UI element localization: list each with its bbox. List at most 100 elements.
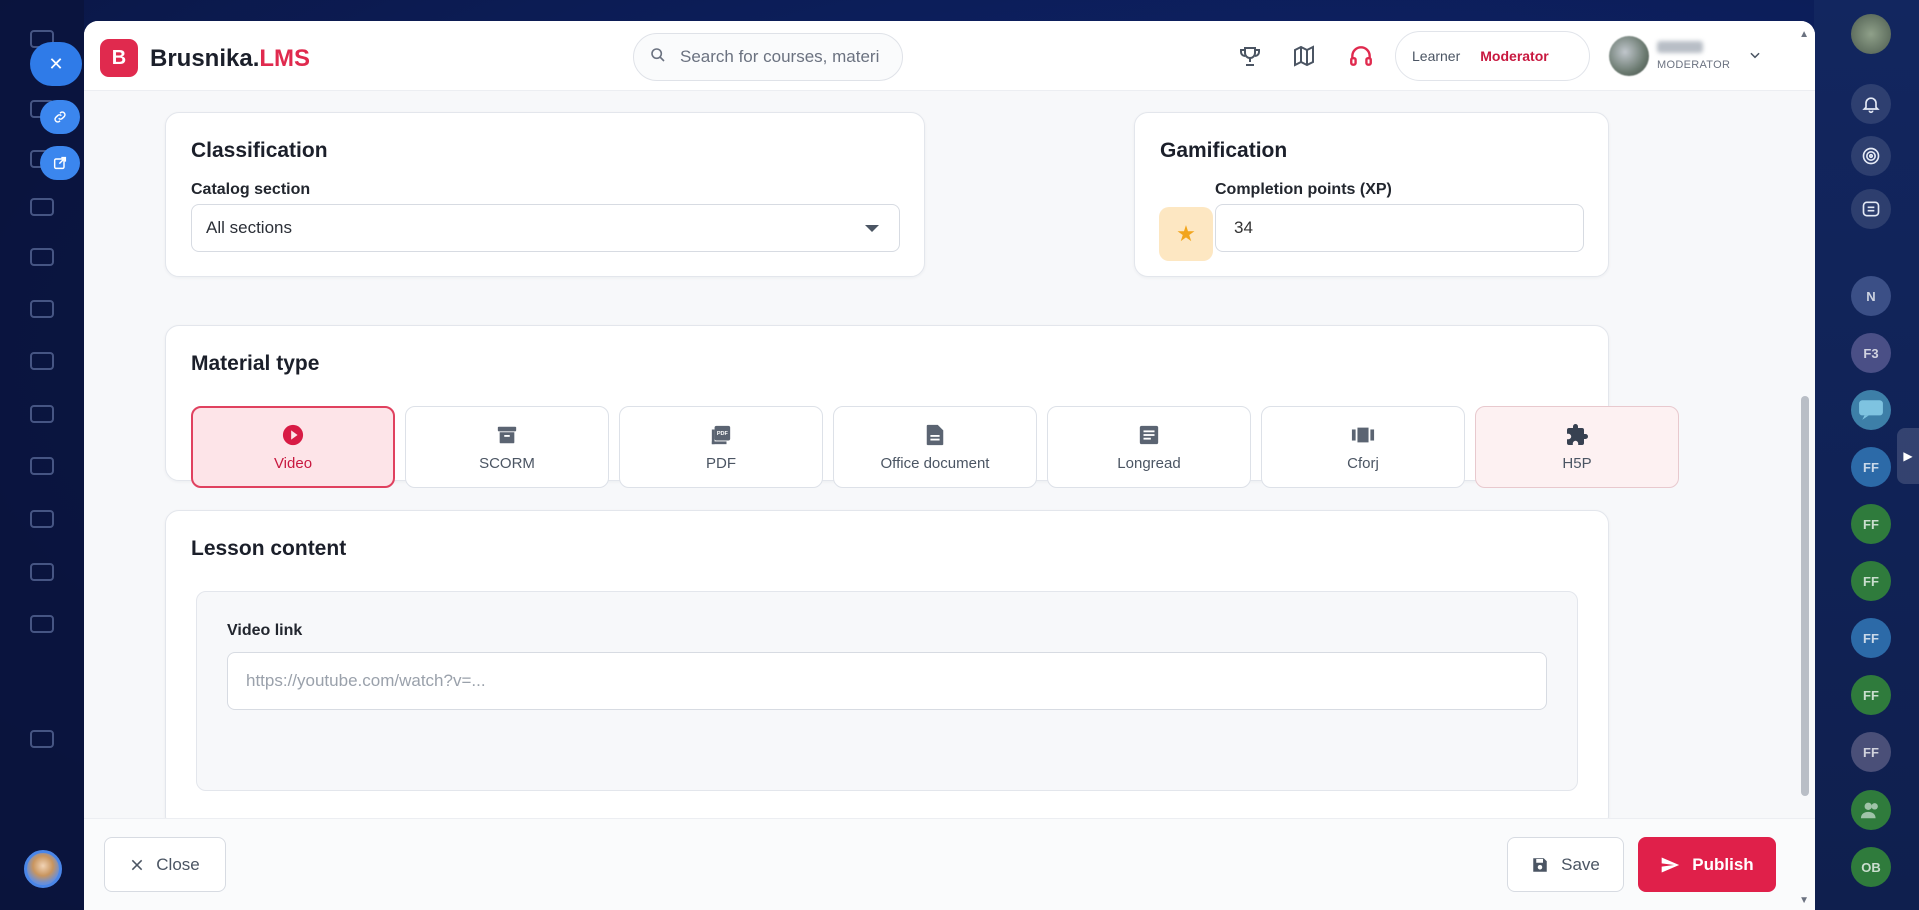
type-label: PDF bbox=[706, 454, 736, 472]
contact-avatar[interactable]: FF bbox=[1851, 561, 1891, 601]
type-scorm-button[interactable]: SCORM bbox=[405, 406, 609, 488]
star-icon: ★ bbox=[1159, 207, 1213, 261]
video-link-field[interactable] bbox=[227, 652, 1547, 710]
left-sidebar bbox=[0, 0, 84, 910]
send-icon bbox=[1661, 857, 1680, 872]
slides-icon bbox=[1351, 423, 1375, 447]
publish-button[interactable]: Publish bbox=[1638, 837, 1776, 892]
map-icon[interactable] bbox=[1289, 41, 1319, 71]
catalog-section-select[interactable]: All sections bbox=[191, 204, 900, 252]
sync-chat-icon[interactable] bbox=[1851, 189, 1891, 229]
type-h5p-button[interactable]: H5P bbox=[1475, 406, 1679, 488]
material-editor-modal: B Brusnika.LMS Learner Moderator MO bbox=[84, 21, 1815, 910]
target-icon[interactable] bbox=[1851, 136, 1891, 176]
group-avatar[interactable] bbox=[1851, 790, 1891, 830]
close-icon: ✕ bbox=[48, 53, 64, 74]
gamification-card: Gamification Completion points (XP) ★ bbox=[1134, 112, 1609, 277]
close-button[interactable]: Close bbox=[104, 837, 226, 892]
role-switcher: Learner Moderator bbox=[1395, 31, 1590, 81]
save-label: Save bbox=[1561, 854, 1600, 874]
pdf-icon: PDF bbox=[709, 423, 733, 447]
content-area: Classification Catalog section All secti… bbox=[84, 91, 1815, 910]
catalog-section-value: All sections bbox=[206, 218, 292, 237]
lesson-content-card: Lesson content Video link bbox=[165, 510, 1609, 830]
video-link-input[interactable] bbox=[246, 671, 1546, 691]
external-link-icon bbox=[53, 156, 67, 170]
chat-bubble-icon bbox=[1859, 400, 1883, 420]
xp-label: Completion points (XP) bbox=[1215, 181, 1392, 198]
type-cforj-button[interactable]: Cforj bbox=[1261, 406, 1465, 488]
user-avatar[interactable] bbox=[24, 850, 62, 888]
svg-text:PDF: PDF bbox=[717, 431, 729, 437]
profile-menu[interactable]: MODERATOR bbox=[1609, 33, 1762, 79]
classification-card: Classification Catalog section All secti… bbox=[165, 112, 925, 277]
avatar bbox=[1609, 36, 1649, 76]
publish-label: Publish bbox=[1692, 854, 1754, 874]
role-moderator-tab[interactable]: Moderator bbox=[1470, 40, 1558, 72]
card-icon bbox=[30, 198, 54, 216]
users-icon bbox=[1860, 802, 1878, 819]
logo-badge[interactable]: B bbox=[100, 39, 138, 77]
chevron-down-icon bbox=[1748, 48, 1762, 65]
menu-item-icon bbox=[30, 615, 54, 633]
link-fab-button[interactable] bbox=[40, 100, 80, 134]
type-label: Video bbox=[273, 454, 313, 472]
contact-avatar[interactable]: FF bbox=[1851, 618, 1891, 658]
play-circle-icon bbox=[281, 423, 305, 447]
scrollbar-thumb[interactable] bbox=[1801, 396, 1809, 796]
type-office-document-button[interactable]: Office document bbox=[833, 406, 1037, 488]
filter-icon bbox=[30, 300, 54, 318]
menu-item-icon bbox=[30, 405, 54, 423]
material-type-card: Material type Video SCORM PDF PDF Office… bbox=[165, 325, 1679, 488]
type-label: Cforj bbox=[1347, 454, 1379, 472]
profile-name-redacted bbox=[1657, 41, 1703, 53]
search-bar[interactable] bbox=[633, 33, 903, 81]
rail-toggle-button[interactable]: ▶ bbox=[1897, 428, 1919, 484]
headset-icon[interactable] bbox=[1346, 41, 1376, 71]
id-card-icon bbox=[30, 352, 54, 370]
save-icon bbox=[1533, 857, 1547, 872]
caret-down-icon bbox=[865, 225, 879, 232]
profile-avatar[interactable] bbox=[1851, 14, 1891, 54]
contact-avatar[interactable]: FF bbox=[1851, 447, 1891, 487]
catalog-section-label: Catalog section bbox=[191, 181, 311, 198]
menu-item-icon bbox=[30, 510, 54, 528]
open-external-fab-button[interactable] bbox=[40, 146, 80, 180]
contact-avatar[interactable]: F3 bbox=[1851, 333, 1891, 373]
contact-avatar[interactable]: N bbox=[1851, 276, 1891, 316]
type-pdf-button[interactable]: PDF PDF bbox=[619, 406, 823, 488]
article-icon bbox=[1137, 423, 1161, 447]
menu-item-icon bbox=[30, 457, 54, 475]
type-label: Office document bbox=[880, 454, 990, 472]
search-icon bbox=[650, 47, 666, 68]
xp-field[interactable] bbox=[1215, 204, 1584, 252]
video-link-label: Video link bbox=[227, 622, 303, 639]
close-fab-button[interactable]: ✕ bbox=[30, 42, 82, 86]
type-label: Longread bbox=[1117, 454, 1181, 472]
archive-box-icon bbox=[495, 423, 519, 447]
chat-avatar[interactable] bbox=[1851, 390, 1891, 430]
trophy-icon[interactable] bbox=[1235, 41, 1265, 71]
contact-avatar[interactable]: FF bbox=[1851, 732, 1891, 772]
type-label: H5P bbox=[1562, 454, 1592, 472]
contact-avatar[interactable]: OB bbox=[1851, 847, 1891, 887]
contact-avatar[interactable]: FF bbox=[1851, 675, 1891, 715]
type-label: SCORM bbox=[479, 454, 535, 472]
calendar-icon bbox=[30, 248, 54, 266]
search-input[interactable] bbox=[680, 47, 880, 67]
profile-role: MODERATOR bbox=[1657, 59, 1731, 71]
scroll-down-arrow[interactable]: ▼ bbox=[1799, 895, 1809, 906]
settings-icon bbox=[30, 730, 54, 748]
app-logo[interactable]: Brusnika.LMS bbox=[150, 45, 310, 73]
xp-input[interactable] bbox=[1234, 218, 1583, 238]
type-longread-button[interactable]: Longread bbox=[1047, 406, 1251, 488]
document-icon bbox=[923, 423, 947, 447]
section-title: Classification bbox=[191, 139, 328, 162]
contact-avatar[interactable]: FF bbox=[1851, 504, 1891, 544]
role-learner-tab[interactable]: Learner bbox=[1402, 40, 1470, 72]
type-video-button[interactable]: Video bbox=[191, 406, 395, 488]
section-title: Lesson content bbox=[191, 537, 347, 560]
scroll-up-arrow[interactable]: ▲ bbox=[1799, 29, 1809, 40]
save-button[interactable]: Save bbox=[1507, 837, 1624, 892]
bell-icon[interactable] bbox=[1851, 84, 1891, 124]
